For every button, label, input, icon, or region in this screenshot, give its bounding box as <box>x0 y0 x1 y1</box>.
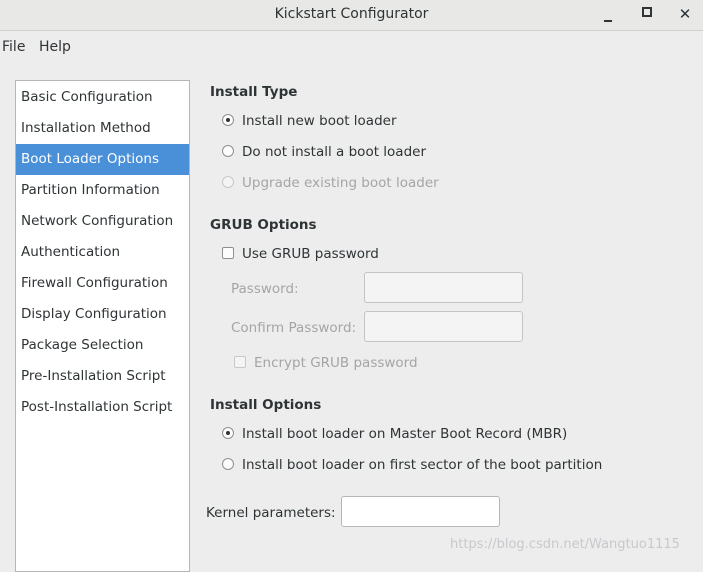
sidebar-item-authentication[interactable]: Authentication <box>16 237 189 268</box>
close-icon: ✕ <box>678 5 692 23</box>
password-label: Password: <box>231 281 299 297</box>
install-type-heading: Install Type <box>210 84 298 100</box>
maximize-icon <box>642 7 652 17</box>
radio-selected-dot <box>226 118 230 122</box>
menu-bar: File Help <box>0 31 703 63</box>
radio-label: Upgrade existing boot loader <box>242 175 439 191</box>
kernel-parameters-label: Kernel parameters: <box>206 505 336 521</box>
grub-options-heading: GRUB Options <box>210 217 317 233</box>
radio-button[interactable] <box>222 458 234 470</box>
sidebar-item-firewall-configuration[interactable]: Firewall Configuration <box>16 268 189 299</box>
password-field[interactable] <box>364 272 523 303</box>
title-bar: Kickstart Configurator ✕ <box>0 0 703 31</box>
checkbox <box>234 356 246 368</box>
radio-button[interactable] <box>222 114 234 126</box>
minimize-icon <box>604 20 612 22</box>
checkbox-label: Use GRUB password <box>242 246 379 262</box>
sidebar-item-package-selection[interactable]: Package Selection <box>16 330 189 361</box>
radio-label: Do not install a boot loader <box>242 144 426 160</box>
sidebar-item-post-installation-script[interactable]: Post-Installation Script <box>16 392 189 423</box>
minimize-button[interactable] <box>598 5 618 23</box>
confirm-password-field[interactable] <box>364 311 523 342</box>
install-options-heading: Install Options <box>210 397 322 413</box>
watermark: https://blog.csdn.net/Wangtuo1115 <box>450 537 680 552</box>
radio-label: Install new boot loader <box>242 113 397 129</box>
maximize-button[interactable] <box>637 5 657 23</box>
radio-button[interactable] <box>222 145 234 157</box>
sidebar-item-basic-configuration[interactable]: Basic Configuration <box>16 82 189 113</box>
close-button[interactable]: ✕ <box>675 5 695 23</box>
sidebar-item-partition-information[interactable]: Partition Information <box>16 175 189 206</box>
sidebar-item-installation-method[interactable]: Installation Method <box>16 113 189 144</box>
radio-button[interactable] <box>222 427 234 439</box>
radio-button <box>222 176 234 188</box>
checkbox[interactable] <box>222 247 234 259</box>
sidebar-item-boot-loader-options[interactable]: Boot Loader Options <box>16 144 189 175</box>
kernel-parameters-input[interactable] <box>341 496 500 527</box>
radio-selected-dot <box>226 431 230 435</box>
radio-label: Install boot loader on Master Boot Recor… <box>242 426 568 442</box>
radio-label: Install boot loader on first sector of t… <box>242 457 603 473</box>
sidebar-item-display-configuration[interactable]: Display Configuration <box>16 299 189 330</box>
menu-file[interactable]: File <box>2 39 25 55</box>
confirm-password-label: Confirm Password: <box>231 320 357 336</box>
checkbox-label: Encrypt GRUB password <box>254 355 418 371</box>
sidebar-item-pre-installation-script[interactable]: Pre-Installation Script <box>16 361 189 392</box>
sidebar-list: Basic Configuration Installation Method … <box>15 80 190 572</box>
sidebar-item-network-configuration[interactable]: Network Configuration <box>16 206 189 237</box>
menu-help[interactable]: Help <box>39 39 71 55</box>
